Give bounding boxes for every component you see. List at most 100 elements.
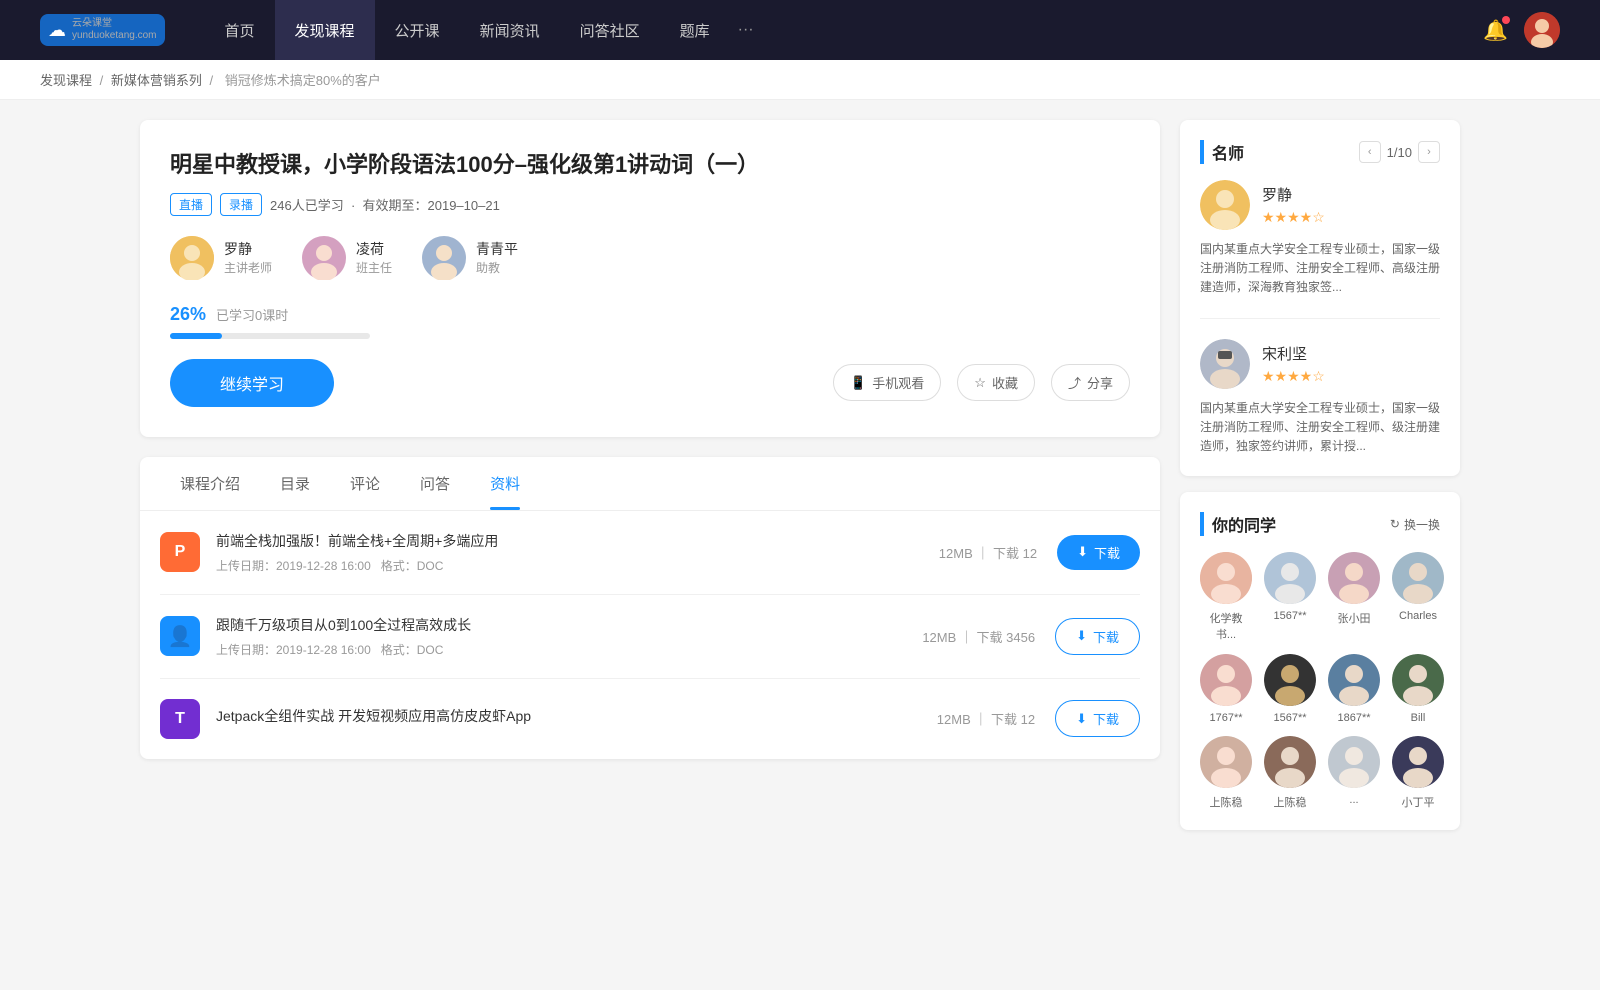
resource-title-1: 跟随千万级项目从0到100全过程高效成长 xyxy=(216,615,906,635)
logo-sub: yunduoketang.com xyxy=(72,30,157,42)
resource-right-0: 12MB ｜ 下载 12 ⬇ 下载 xyxy=(939,535,1140,570)
resource-icon-2: T xyxy=(160,699,200,739)
student-name-3: Charles xyxy=(1399,610,1437,622)
sidebar-teacher-0: 罗静 ★★★★☆ 国内某重点大学安全工程专业硕士，国家一级注册消防工程师、注册安… xyxy=(1200,180,1440,319)
page-info: 1/10 xyxy=(1387,145,1412,160)
download-icon-2: ⬇ xyxy=(1076,711,1087,727)
resource-title-0: 前端全栈加强版！前端全栈+全周期+多端应用 xyxy=(216,531,923,551)
teacher-name-0: 罗静 xyxy=(224,239,272,259)
breadcrumb-discover[interactable]: 发现课程 xyxy=(40,73,92,88)
tag-live: 直播 xyxy=(170,193,212,216)
student-name-4: 1767** xyxy=(1209,712,1242,724)
resource-meta-1: 上传日期：2019-12-28 16:00 格式：DOC xyxy=(216,641,906,658)
resource-item-2: T Jetpack全组件实战 开发短视频应用高仿皮皮虾App 12MB ｜ 下载… xyxy=(160,679,1140,759)
students-sidebar-card: 你的同学 ↻ 换一换 化学教书... 156 xyxy=(1180,492,1460,830)
nav-news[interactable]: 新闻资讯 xyxy=(460,0,560,60)
download-icon-1: ⬇ xyxy=(1076,628,1087,644)
student-avatar-2 xyxy=(1328,552,1380,604)
tabs-section: 课程介绍 目录 评论 问答 资料 P 前端全栈加强版！前端全栈+全周期+多端应用… xyxy=(140,457,1160,759)
collect-button[interactable]: ☆ 收藏 xyxy=(957,364,1035,401)
logo[interactable]: ☁ 云朵课堂 yunduoketang.com xyxy=(40,14,165,46)
tab-resource[interactable]: 资料 xyxy=(470,457,540,510)
sidebar-teacher-avatar-1 xyxy=(1200,339,1250,389)
student-4: 1767** xyxy=(1200,654,1252,724)
student-avatar-10 xyxy=(1328,736,1380,788)
tabs-header: 课程介绍 目录 评论 问答 资料 xyxy=(140,457,1160,511)
prev-page-btn[interactable]: ‹ xyxy=(1359,141,1381,163)
breadcrumb-current: 销冠修炼术搞定80%的客户 xyxy=(225,73,381,88)
course-card: 明星中教授课，小学阶段语法100分–强化级第1讲动词（一） 直播 录播 246人… xyxy=(140,120,1160,437)
resource-item-1: 👤 跟随千万级项目从0到100全过程高效成长 上传日期：2019-12-28 1… xyxy=(160,595,1140,679)
share-button[interactable]: ⤴ 分享 xyxy=(1051,364,1130,401)
breadcrumb-series[interactable]: 新媒体营销系列 xyxy=(111,73,202,88)
notification-bell[interactable]: 🔔 xyxy=(1483,18,1508,43)
resource-list: P 前端全栈加强版！前端全栈+全周期+多端应用 上传日期：2019-12-28 … xyxy=(140,511,1160,759)
resource-meta-0: 上传日期：2019-12-28 16:00 格式：DOC xyxy=(216,557,923,574)
student-avatar-5 xyxy=(1264,654,1316,706)
student-name-1: 1567** xyxy=(1273,610,1306,622)
nav-more[interactable]: ··· xyxy=(730,0,762,60)
teacher-role-0: 主讲老师 xyxy=(224,259,272,276)
logo-icon: ☁ xyxy=(48,20,66,41)
resource-title-2: Jetpack全组件实战 开发短视频应用高仿皮皮虾App xyxy=(216,706,921,726)
resource-item-0: P 前端全栈加强版！前端全栈+全周期+多端应用 上传日期：2019-12-28 … xyxy=(160,511,1140,595)
course-meta: 246人已学习 · 有效期至：2019–10–21 xyxy=(270,195,500,214)
student-1: 1567** xyxy=(1264,552,1316,642)
notification-dot xyxy=(1502,16,1510,24)
nav-open[interactable]: 公开课 xyxy=(375,0,460,60)
student-name-0: 化学教书... xyxy=(1200,610,1252,642)
student-avatar-3 xyxy=(1392,552,1444,604)
nav-discover[interactable]: 发现课程 xyxy=(275,0,375,60)
student-name-10: ... xyxy=(1349,794,1358,806)
teachers-sidebar-title: 名师 xyxy=(1200,140,1244,164)
nav-qa[interactable]: 问答社区 xyxy=(560,0,660,60)
student-avatar-4 xyxy=(1200,654,1252,706)
navbar: ☁ 云朵课堂 yunduoketang.com 首页 发现课程 公开课 新闻资讯… xyxy=(0,0,1600,60)
nav-exam[interactable]: 题库 xyxy=(660,0,730,60)
student-8: 上陈稳 xyxy=(1200,736,1252,810)
teacher-2: 青青平 助教 xyxy=(422,236,518,280)
student-name-9: 上陈稳 xyxy=(1274,794,1307,810)
star-icon: ☆ xyxy=(974,375,986,391)
sidebar-teacher-name-0: 罗静 xyxy=(1262,184,1325,205)
tag-record: 录播 xyxy=(220,193,262,216)
download-button-1[interactable]: ⬇ 下载 xyxy=(1055,618,1140,655)
resource-icon-0: P xyxy=(160,532,200,572)
download-button-0[interactable]: ⬇ 下载 xyxy=(1057,535,1140,570)
tab-catalog[interactable]: 目录 xyxy=(260,457,330,510)
student-11: 小丁平 xyxy=(1392,736,1444,810)
next-page-btn[interactable]: › xyxy=(1418,141,1440,163)
student-avatar-1 xyxy=(1264,552,1316,604)
sidebar-teacher-desc-1: 国内某重点大学安全工程专业硕士，国家一级注册消防工程师、注册安全工程师、级注册建… xyxy=(1200,399,1440,457)
student-10: ... xyxy=(1328,736,1380,810)
student-9: 上陈稳 xyxy=(1264,736,1316,810)
tab-intro[interactable]: 课程介绍 xyxy=(160,457,260,510)
teacher-pagination: ‹ 1/10 › xyxy=(1359,141,1440,163)
students-sidebar-header: 你的同学 ↻ 换一换 xyxy=(1200,512,1440,536)
continue-button[interactable]: 继续学习 xyxy=(170,359,334,407)
nav-right: 🔔 xyxy=(1483,12,1560,48)
refresh-students-button[interactable]: ↻ 换一换 xyxy=(1390,516,1440,533)
progress-bar-bg xyxy=(170,333,370,339)
student-name-8: 上陈稳 xyxy=(1210,794,1243,810)
nav-home[interactable]: 首页 xyxy=(205,0,275,60)
student-avatar-6 xyxy=(1328,654,1380,706)
tab-comment[interactable]: 评论 xyxy=(330,457,400,510)
tab-qa[interactable]: 问答 xyxy=(400,457,470,510)
student-6: 1867** xyxy=(1328,654,1380,724)
mobile-watch-button[interactable]: 📱 手机观看 xyxy=(833,364,941,401)
nav-items: 首页 发现课程 公开课 新闻资讯 问答社区 题库 ··· xyxy=(205,0,1484,60)
content-left: 明星中教授课，小学阶段语法100分–强化级第1讲动词（一） 直播 录播 246人… xyxy=(140,120,1160,846)
student-name-7: Bill xyxy=(1411,712,1426,724)
student-avatar-9 xyxy=(1264,736,1316,788)
user-avatar[interactable] xyxy=(1524,12,1560,48)
resource-info-0: 前端全栈加强版！前端全栈+全周期+多端应用 上传日期：2019-12-28 16… xyxy=(216,531,923,574)
progress-section: 26% 已学习0课时 xyxy=(170,304,1130,339)
download-button-2[interactable]: ⬇ 下载 xyxy=(1055,700,1140,737)
student-7: Bill xyxy=(1392,654,1444,724)
students-grid: 化学教书... 1567** 张小田 xyxy=(1200,552,1440,810)
student-3: Charles xyxy=(1392,552,1444,642)
student-0: 化学教书... xyxy=(1200,552,1252,642)
student-avatar-0 xyxy=(1200,552,1252,604)
logo-name: 云朵课堂 xyxy=(72,18,157,30)
